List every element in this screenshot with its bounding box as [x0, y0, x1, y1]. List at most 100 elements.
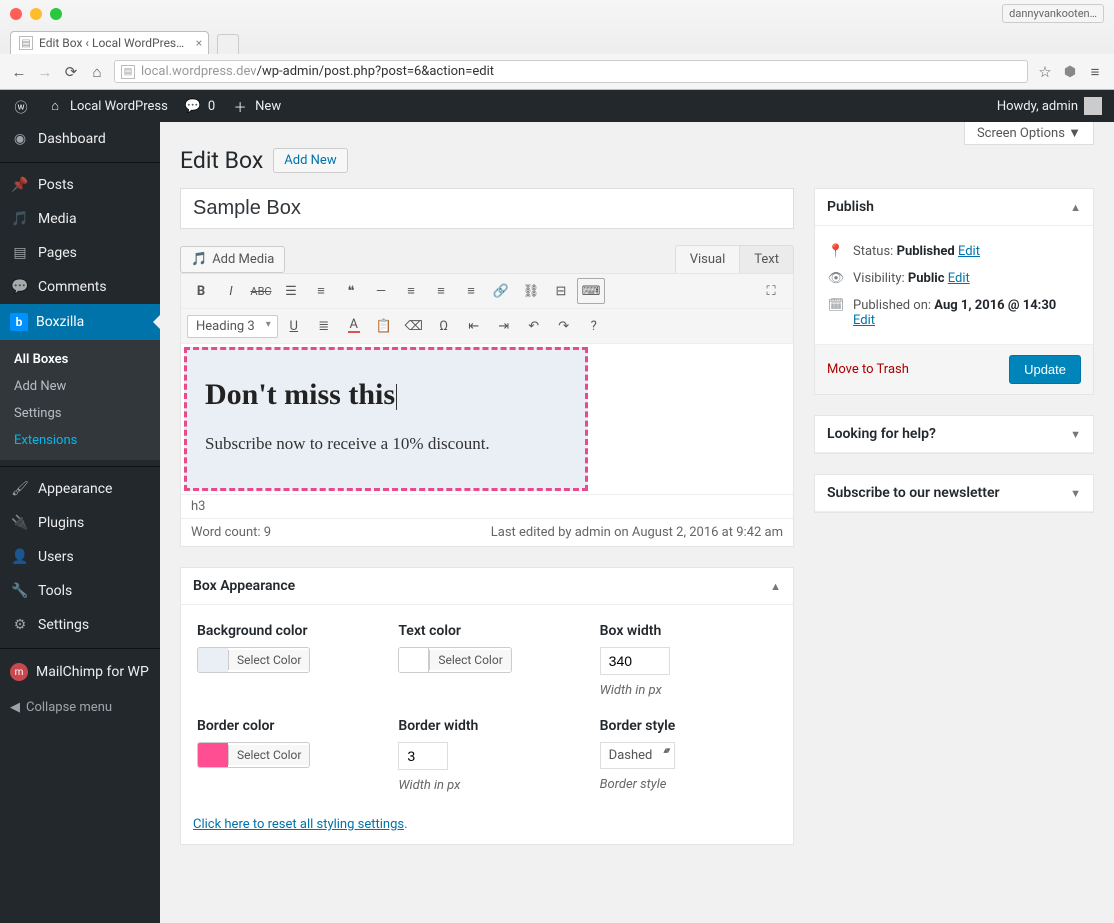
- publish-panel-header[interactable]: Publish ▲: [815, 189, 1093, 226]
- home-icon[interactable]: ⌂: [88, 63, 106, 81]
- select-color-button[interactable]: Select Color: [228, 650, 309, 670]
- format-select[interactable]: Heading 3: [187, 315, 278, 338]
- move-to-trash-link[interactable]: Move to Trash: [827, 362, 909, 377]
- menu-tools[interactable]: 🔧Tools: [0, 574, 160, 608]
- window-close[interactable]: [10, 8, 22, 20]
- preview-body: Subscribe now to receive a 10% discount.: [205, 434, 567, 454]
- blockquote-button[interactable]: ❝: [337, 278, 365, 304]
- menu-appearance[interactable]: 🖌Appearance: [0, 466, 160, 506]
- select-color-button[interactable]: Select Color: [429, 650, 510, 670]
- fullscreen-button[interactable]: ⛶: [757, 278, 785, 304]
- menu-comments[interactable]: 💬Comments: [0, 270, 160, 304]
- outdent-button[interactable]: ⇤: [460, 313, 488, 339]
- sliders-icon: ⚙: [10, 617, 30, 633]
- back-icon[interactable]: ←: [10, 63, 28, 81]
- help-button[interactable]: ?: [580, 313, 608, 339]
- editor-canvas[interactable]: Don't miss this Subscribe now to receive…: [181, 344, 793, 494]
- tab-text[interactable]: Text: [740, 245, 794, 273]
- extension-icon[interactable]: ⬢: [1060, 62, 1080, 82]
- reset-styling-link[interactable]: Click here to reset all styling settings: [193, 817, 404, 832]
- account-link[interactable]: Howdy, admin: [997, 97, 1102, 115]
- chrome-profile-badge[interactable]: dannyvankooten…: [1002, 4, 1104, 23]
- tab-visual[interactable]: Visual: [675, 245, 741, 273]
- add-media-button[interactable]: 🎵Add Media: [180, 246, 285, 273]
- text-swatch: [399, 648, 429, 672]
- align-left-button[interactable]: ≡: [397, 278, 425, 304]
- border-width-input[interactable]: [398, 742, 448, 770]
- boxzilla-icon: b: [10, 313, 28, 331]
- menu-pages[interactable]: ▤Pages: [0, 236, 160, 270]
- box-width-hint: Width in px: [600, 683, 777, 698]
- add-new-button[interactable]: Add New: [273, 148, 347, 173]
- menu-boxzilla[interactable]: bBoxzilla: [0, 304, 160, 340]
- menu-settings[interactable]: ⚙Settings: [0, 608, 160, 642]
- submenu-all-boxes[interactable]: All Boxes: [0, 346, 160, 373]
- link-button[interactable]: 🔗: [487, 278, 515, 304]
- hr-button[interactable]: —: [367, 278, 395, 304]
- special-char-button[interactable]: Ω: [430, 313, 458, 339]
- bullet-list-button[interactable]: ☰: [277, 278, 305, 304]
- border-style-select[interactable]: Dashed: [600, 742, 676, 769]
- menu-mailchimp[interactable]: mMailChimp for WP: [0, 648, 160, 690]
- edit-date-link[interactable]: Edit: [853, 313, 875, 328]
- border-style-hint: Border style: [600, 777, 777, 792]
- edit-status-link[interactable]: Edit: [958, 244, 980, 259]
- bookmark-icon[interactable]: ☆: [1036, 63, 1054, 81]
- new-tab-button[interactable]: [217, 34, 239, 54]
- url-bar[interactable]: ▤ local.wordpress.dev/wp-admin/post.php?…: [114, 60, 1028, 83]
- add-media-label: Add Media: [212, 252, 274, 267]
- new-content-link[interactable]: ＋New: [231, 97, 281, 115]
- submenu-settings[interactable]: Settings: [0, 400, 160, 427]
- menu-icon[interactable]: ≡: [1086, 63, 1104, 81]
- align-right-button[interactable]: ≡: [457, 278, 485, 304]
- menu-posts[interactable]: 📌Posts: [0, 162, 160, 202]
- justify-button[interactable]: ≣: [310, 313, 338, 339]
- help-panel-header[interactable]: Looking for help? ▼: [815, 416, 1093, 453]
- align-center-button[interactable]: ≡: [427, 278, 455, 304]
- number-list-button[interactable]: ≡: [307, 278, 335, 304]
- italic-button[interactable]: I: [217, 278, 245, 304]
- underline-button[interactable]: U: [280, 313, 308, 339]
- menu-media[interactable]: 🎵Media: [0, 202, 160, 236]
- brush-icon: 🖌: [10, 481, 30, 497]
- screen-options-button[interactable]: Screen Options ▼: [964, 122, 1094, 145]
- site-name-link[interactable]: ⌂Local WordPress: [46, 97, 168, 115]
- edit-visibility-link[interactable]: Edit: [948, 271, 970, 286]
- browser-tab[interactable]: ▤ Edit Box ‹ Local WordPres… ×: [10, 31, 209, 54]
- menu-dashboard[interactable]: ◉Dashboard: [0, 122, 160, 156]
- toolbar-toggle-button[interactable]: ⌨: [577, 278, 605, 304]
- text-color-label: Text color: [398, 623, 575, 639]
- window-zoom[interactable]: [50, 8, 62, 20]
- text-color-picker[interactable]: Select Color: [398, 647, 511, 673]
- newsletter-panel-header[interactable]: Subscribe to our newsletter ▼: [815, 475, 1093, 512]
- close-tab-icon[interactable]: ×: [196, 36, 202, 50]
- bg-color-picker[interactable]: Select Color: [197, 647, 310, 673]
- submenu-extensions[interactable]: Extensions: [0, 427, 160, 454]
- border-width-hint: Width in px: [398, 778, 575, 793]
- menu-users[interactable]: 👤Users: [0, 540, 160, 574]
- read-more-button[interactable]: ⊟: [547, 278, 575, 304]
- redo-button[interactable]: ↷: [550, 313, 578, 339]
- submenu-add-new[interactable]: Add New: [0, 373, 160, 400]
- collapse-menu[interactable]: ◀Collapse menu: [0, 690, 160, 725]
- indent-button[interactable]: ⇥: [490, 313, 518, 339]
- border-color-picker[interactable]: Select Color: [197, 742, 310, 768]
- text-color-button[interactable]: A: [340, 313, 368, 339]
- paste-text-button[interactable]: 📋: [370, 313, 398, 339]
- select-color-button[interactable]: Select Color: [228, 745, 309, 765]
- url-host: local.wordpress.dev: [141, 64, 257, 79]
- reload-icon[interactable]: ⟳: [62, 63, 80, 81]
- unlink-button[interactable]: ⛓: [517, 278, 545, 304]
- undo-button[interactable]: ↶: [520, 313, 548, 339]
- window-minimize[interactable]: [30, 8, 42, 20]
- menu-plugins[interactable]: 🔌Plugins: [0, 506, 160, 540]
- comments-link[interactable]: 💬0: [184, 97, 215, 115]
- box-width-input[interactable]: [600, 647, 670, 675]
- bold-button[interactable]: B: [187, 278, 215, 304]
- wp-logo[interactable]: ⓦ: [12, 97, 30, 115]
- box-appearance-header[interactable]: Box Appearance ▲: [181, 568, 793, 605]
- clear-formatting-button[interactable]: ⌫: [400, 313, 428, 339]
- update-button[interactable]: Update: [1009, 355, 1081, 384]
- strike-button[interactable]: ABC: [247, 278, 275, 304]
- post-title-input[interactable]: [180, 188, 794, 229]
